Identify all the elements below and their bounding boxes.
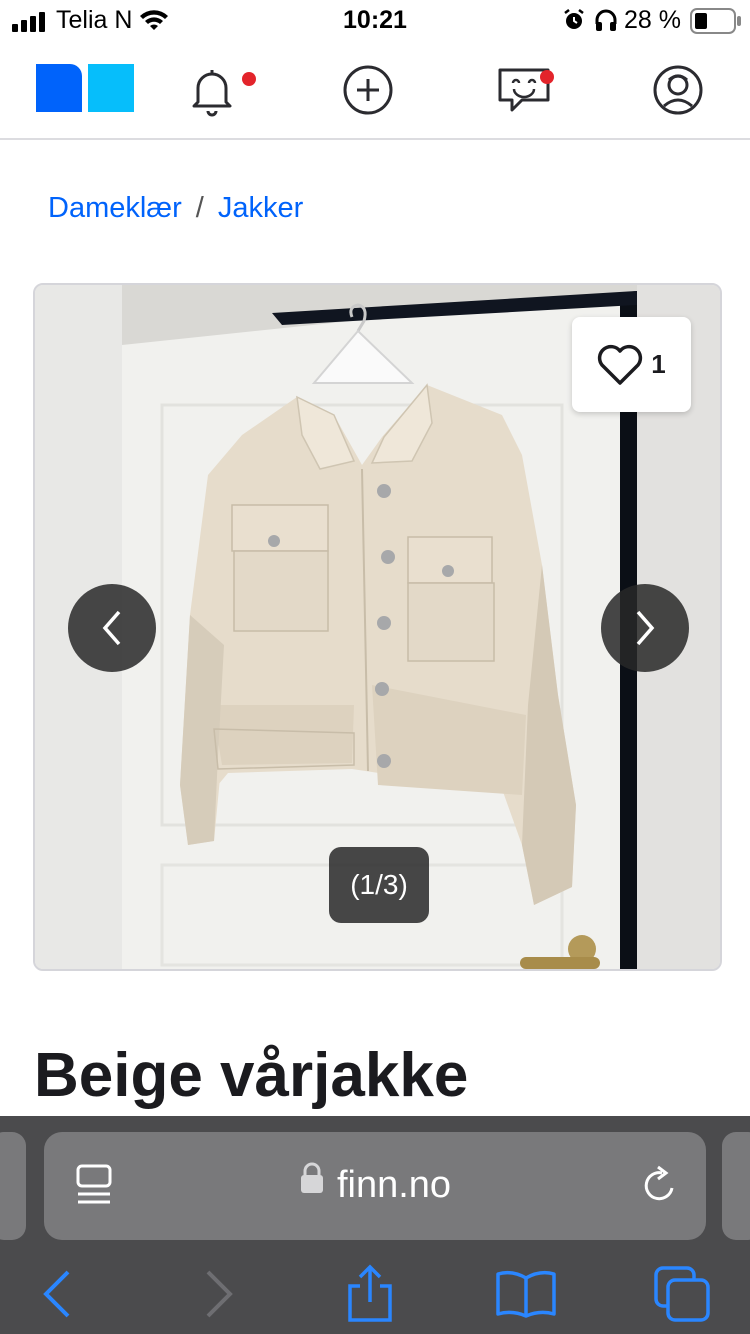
listing-title: Beige vårjakke — [34, 1041, 469, 1110]
battery-icon — [690, 8, 741, 34]
bookmarks-button[interactable] — [494, 1262, 558, 1326]
chevron-right-icon — [636, 610, 655, 646]
alarm-icon — [564, 9, 584, 29]
chat-icon — [498, 68, 550, 112]
heart-icon — [598, 344, 643, 385]
chevron-left-icon — [102, 610, 121, 646]
chevron-left-icon — [43, 1270, 70, 1318]
share-icon — [348, 1264, 392, 1322]
browser-toolbar: finn.no — [0, 1116, 750, 1334]
headphones-icon — [595, 9, 617, 31]
bell-icon — [192, 70, 232, 117]
notifications-button[interactable] — [180, 58, 256, 122]
previous-tab-preview[interactable] — [0, 1132, 26, 1240]
lock-icon — [299, 1161, 325, 1204]
breadcrumb-link-dameklaer[interactable]: Dameklær — [48, 192, 182, 224]
chevron-right-icon — [206, 1270, 233, 1318]
tabs-icon — [654, 1266, 710, 1322]
new-ad-button[interactable] — [336, 58, 400, 122]
next-image-button[interactable] — [601, 584, 689, 672]
book-icon — [496, 1270, 556, 1318]
tabs-button[interactable] — [650, 1262, 714, 1326]
breadcrumb: Dameklær / Jakker — [48, 192, 303, 232]
image-gallery[interactable]: 1 (1/3) — [33, 283, 722, 971]
breadcrumb-link-jakker[interactable]: Jakker — [218, 192, 303, 224]
address-bar[interactable]: finn.no — [44, 1132, 706, 1240]
url-text: finn.no — [336, 1164, 452, 1206]
forward-button[interactable] — [186, 1262, 250, 1326]
finn-logo[interactable] — [36, 64, 134, 112]
favorite-button[interactable]: 1 — [572, 317, 691, 412]
previous-image-button[interactable] — [68, 584, 156, 672]
reload-icon[interactable] — [638, 1164, 682, 1208]
breadcrumb-separator: / — [195, 192, 204, 224]
plus-circle-icon — [343, 65, 393, 115]
favorite-count: 1 — [651, 349, 666, 379]
share-button[interactable] — [338, 1262, 402, 1326]
messages-button[interactable] — [492, 58, 556, 122]
notification-dot — [242, 72, 256, 86]
image-counter: (1/3) — [329, 847, 429, 923]
profile-icon — [653, 65, 703, 115]
back-button[interactable] — [26, 1262, 90, 1326]
battery-percent: 28 % — [624, 6, 681, 34]
app-header — [0, 44, 750, 140]
status-bar: Telia N 10:21 28 % — [0, 0, 750, 44]
profile-button[interactable] — [646, 58, 710, 122]
url-display[interactable]: finn.no — [44, 1161, 706, 1208]
notification-dot — [540, 70, 554, 84]
next-tab-preview[interactable] — [722, 1132, 750, 1240]
